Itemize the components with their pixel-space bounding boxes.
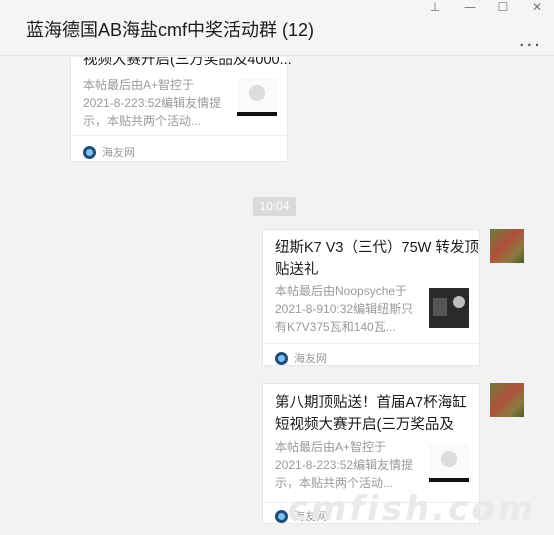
link-card-1[interactable]: 视频大赛开启(三万奖品及4000... 本帖最后由A+智控于2021-8-223… bbox=[70, 57, 291, 162]
card-description: 本帖最后由Noopsyche于2021-8-910:32编辑纽斯只有K7V375… bbox=[275, 284, 414, 334]
card-divider bbox=[263, 343, 479, 344]
timestamp-badge: 10:04 bbox=[253, 197, 296, 216]
source-name: 海友网 bbox=[294, 353, 327, 365]
source-logo-icon bbox=[275, 509, 288, 523]
card-description: 本帖最后由A+智控于2021-8-223:52编辑友情提示，本贴共两个活动... bbox=[83, 78, 222, 128]
watermark: cmfish.com bbox=[287, 489, 536, 529]
source-name: 海友网 bbox=[102, 147, 135, 159]
minimize-button[interactable]: — bbox=[455, 0, 485, 14]
pin-icon[interactable]: ⊥ bbox=[420, 0, 450, 14]
card-description: 本帖最后由A+智控于2021-8-223:52编辑友情提示，本贴共两个活动... bbox=[275, 440, 414, 490]
card-thumbnail bbox=[429, 288, 469, 328]
chat-title: 蓝海德国AB海盐cmf中奖活动群 (12) bbox=[26, 20, 315, 40]
card-title: 第八期顶贴送！首届A7杯海缸短视频大赛开启(三万奖品及4000... bbox=[275, 395, 467, 433]
source-logo-icon bbox=[275, 351, 288, 365]
avatar[interactable] bbox=[490, 383, 524, 417]
card-title: 纽斯K7 V3（三代）75W 转发顶贴送礼 bbox=[275, 240, 479, 278]
maximize-button[interactable]: ☐ bbox=[488, 0, 518, 14]
card-thumbnail bbox=[429, 444, 469, 484]
card-divider bbox=[71, 135, 287, 136]
thumbnail-image-icon bbox=[237, 85, 277, 116]
card-thumbnail bbox=[237, 78, 277, 118]
more-options-icon[interactable]: ... bbox=[519, 30, 542, 51]
link-card-2[interactable]: 纽斯K7 V3（三代）75W 转发顶贴送礼 本帖最后由Noopsyche于202… bbox=[262, 229, 480, 366]
card-title: 视频大赛开启(三万奖品及4000... bbox=[83, 57, 291, 68]
card-source: 海友网 bbox=[275, 350, 327, 366]
avatar[interactable] bbox=[490, 229, 524, 263]
title-bar: 蓝海德国AB海盐cmf中奖活动群 (12) ⊥ — ☐ ✕ ... bbox=[0, 0, 554, 56]
source-logo-icon bbox=[83, 145, 96, 159]
thumbnail-image-icon bbox=[429, 451, 469, 482]
card-source: 海友网 bbox=[83, 144, 135, 160]
thumbnail-image-icon bbox=[429, 288, 469, 328]
close-button[interactable]: ✕ bbox=[522, 0, 552, 14]
message-list[interactable]: 视频大赛开启(三万奖品及4000... 本帖最后由A+智控于2021-8-223… bbox=[0, 57, 554, 535]
